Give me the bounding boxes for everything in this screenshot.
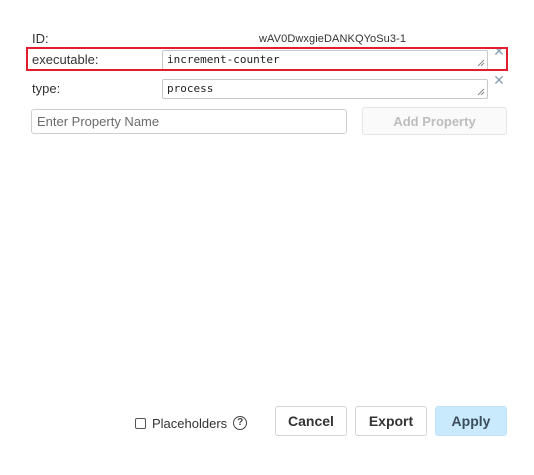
property-value-type-text: process [167, 82, 214, 95]
remove-property-type-icon[interactable]: ✕ [493, 73, 505, 87]
property-value-executable-text: increment-counter [167, 53, 280, 66]
id-row: ID: wAV0DwxgieDANKQYoSu3-1 [26, 28, 510, 48]
remove-property-executable-icon[interactable]: ✕ [493, 44, 505, 58]
property-row-executable: executable: increment-counter ✕ [26, 44, 510, 72]
id-value: wAV0DwxgieDANKQYoSu3-1 [259, 33, 407, 45]
cancel-button[interactable]: Cancel [275, 406, 347, 436]
property-value-executable[interactable]: increment-counter [162, 50, 488, 70]
export-button[interactable]: Export [355, 406, 427, 436]
property-label-executable: executable: [32, 52, 99, 67]
dialog-footer: Placeholders ? Cancel Export Apply [0, 406, 534, 438]
property-row-type: type: process ✕ [26, 73, 510, 101]
property-label-type: type: [32, 81, 61, 96]
resize-grip-icon[interactable] [477, 88, 485, 96]
add-property-button[interactable]: Add Property [362, 107, 507, 135]
edit-data-dialog: ID: wAV0DwxgieDANKQYoSu3-1 executable: i… [0, 0, 534, 475]
apply-button[interactable]: Apply [435, 406, 507, 436]
placeholders-checkbox[interactable] [135, 417, 146, 429]
help-icon[interactable]: ? [233, 416, 248, 430]
id-label: ID: [32, 31, 49, 46]
resize-grip-icon[interactable] [477, 59, 485, 67]
property-name-input[interactable] [31, 109, 347, 134]
property-value-type[interactable]: process [162, 79, 488, 99]
placeholders-label[interactable]: Placeholders [152, 416, 227, 431]
placeholders-option: Placeholders ? [135, 414, 248, 432]
